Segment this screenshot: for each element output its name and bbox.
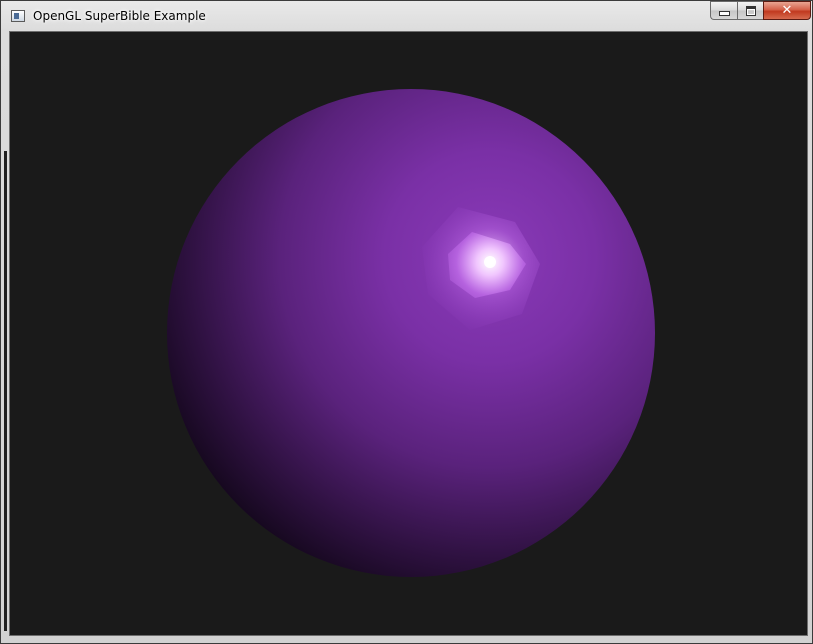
sphere (167, 89, 655, 577)
app-icon[interactable] (11, 10, 25, 22)
close-icon: ✕ (781, 3, 793, 18)
minimize-button[interactable] (710, 1, 737, 20)
application-window: OpenGL SuperBible Example ✕ (0, 0, 813, 644)
window-left-edge (4, 151, 7, 631)
maximize-button[interactable] (737, 1, 763, 20)
window-title: OpenGL SuperBible Example (33, 9, 206, 23)
maximize-icon (745, 5, 756, 16)
caption-buttons: ✕ (710, 1, 811, 22)
title-bar[interactable]: OpenGL SuperBible Example ✕ (1, 1, 812, 31)
opengl-viewport[interactable] (9, 31, 808, 636)
close-button[interactable]: ✕ (763, 1, 811, 20)
rendered-scene (167, 89, 655, 577)
minimize-icon (718, 11, 730, 16)
specular-hotspot (484, 256, 496, 268)
